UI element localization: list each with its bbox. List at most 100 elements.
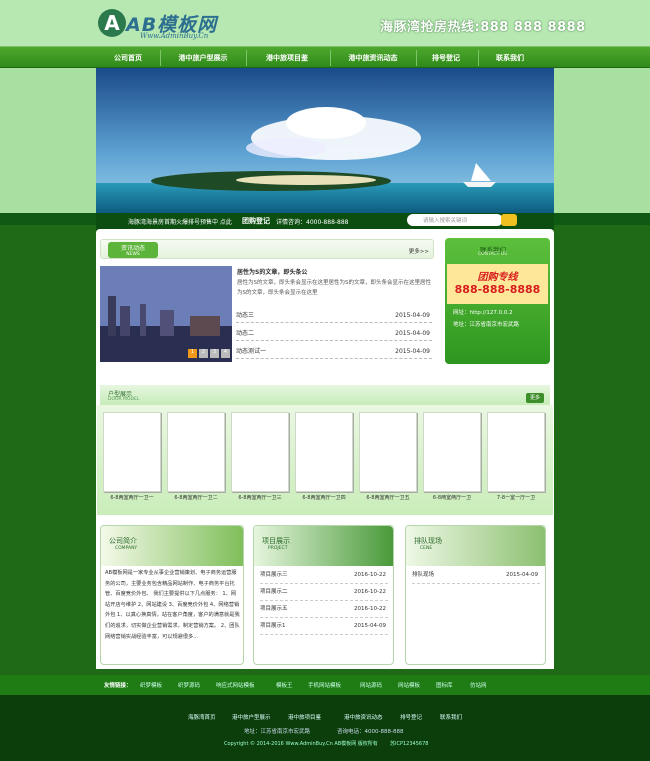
- nav-divider: [478, 50, 479, 66]
- floorplan-caption[interactable]: 7-8一室一厅一卫: [484, 494, 548, 501]
- friend-link[interactable]: 织梦模板: [140, 681, 162, 689]
- news-photo[interactable]: 1 2 3 4: [100, 266, 232, 362]
- footer-copyright: Copyright © 2014-2016 Www.AdminBuy.Cn AB…: [224, 741, 378, 747]
- models-header: 户型展示 DOOR MODEL 更多: [100, 385, 550, 405]
- scene-item-title: 排队现场: [412, 572, 435, 578]
- friend-links-bar: 友情链接： 织梦模板 织梦源码 响应式网站模板 模板王 手机网站模板 网站源码 …: [0, 675, 650, 695]
- floorplan-caption[interactable]: 6-8两室两厅一卫五: [356, 494, 420, 501]
- floorplan-image[interactable]: [167, 412, 225, 492]
- contact-panel: 联系我们 CONTACT US 团购专线 888-888-8888 网址：htt…: [445, 238, 550, 364]
- footer-phone: 咨询电话：4000-888-888: [337, 729, 404, 735]
- models-subtitle: DOOR MODEL: [108, 397, 140, 402]
- footer-link[interactable]: 港中旅资讯动态: [344, 713, 383, 721]
- project-item-title: 项目展示五: [260, 606, 288, 612]
- logo-icon[interactable]: A: [98, 9, 126, 37]
- news-item-date: 2015-04-09: [395, 330, 430, 337]
- news-item-title: 动态测试一: [236, 348, 267, 355]
- news-item-title: 动态三: [236, 312, 255, 319]
- list-item[interactable]: 项目展示五 2016-10-22: [260, 601, 388, 618]
- nav-news[interactable]: 港中旅资讯动态: [340, 47, 406, 69]
- list-item[interactable]: 项目展示二 2016-10-22: [260, 584, 388, 601]
- friend-link[interactable]: 织梦源码: [178, 681, 200, 689]
- floorplan-image[interactable]: [295, 412, 353, 492]
- news-intro: 居性为S的文章，即头条会显示在这里居性为S的文章，即头条会显示在这里居性为S的文…: [237, 280, 431, 296]
- footer-link[interactable]: 海豚湾首页: [188, 713, 216, 721]
- slide-page-4[interactable]: 4: [221, 349, 230, 358]
- friend-link[interactable]: 网站源码: [360, 681, 382, 689]
- floorplan-image[interactable]: [231, 412, 289, 492]
- news-item-date: 2015-04-09: [395, 348, 430, 355]
- project-item-date: 2016-10-22: [354, 572, 386, 578]
- nav-contact[interactable]: 联系我们: [490, 47, 530, 69]
- project-item-date: 2016-10-22: [354, 606, 386, 612]
- list-item[interactable]: 排队现场 2015-04-09: [412, 567, 540, 584]
- footer: [0, 695, 650, 761]
- projects-box: 项目展示 PROJECT 项目展示三 2016-10-22 项目展示二 2016-1…: [253, 525, 394, 665]
- announcement-text[interactable]: 海豚湾海景房首期火爆排号预售中 点此: [128, 217, 232, 226]
- footer-link[interactable]: 联系我们: [440, 713, 462, 721]
- search-button[interactable]: [501, 214, 517, 226]
- search-placeholder: 请输入搜索关键词: [423, 218, 468, 224]
- slide-page-1[interactable]: 1: [188, 349, 197, 358]
- nav-home[interactable]: 公司首页: [102, 47, 154, 69]
- news-header: 资讯动态 NEWS 更多>>: [100, 239, 434, 259]
- project-item-title: 项目展示1: [260, 623, 286, 629]
- footer-link[interactable]: 排号登记: [400, 713, 422, 721]
- friend-link[interactable]: 手机网站模板: [308, 681, 341, 689]
- nav-unit-types[interactable]: 港中旅户型展示: [170, 47, 236, 69]
- list-item[interactable]: 动态三 2015-04-09: [236, 309, 432, 323]
- nav-divider: [160, 50, 161, 66]
- contact-subtitle: CONTACT US: [478, 252, 507, 257]
- friend-link[interactable]: 图标库: [436, 681, 453, 689]
- floorplan-image[interactable]: [423, 412, 481, 492]
- slide-page-3[interactable]: 3: [210, 349, 219, 358]
- project-item-title: 项目展示三: [260, 572, 288, 578]
- friend-link[interactable]: 网站模板: [398, 681, 420, 689]
- scene-box: 排队现场 CENE 排队现场 2015-04-09: [405, 525, 546, 665]
- contact-hotline-box: 团购专线 888-888-8888: [447, 264, 548, 304]
- company-subtitle: COMPANY: [115, 546, 138, 551]
- list-item[interactable]: 动态二 2015-04-09: [236, 327, 432, 341]
- search-input[interactable]: 请输入搜索关键词: [407, 214, 503, 226]
- contact-address: 地址：江苏省南京市宏武路: [453, 322, 520, 328]
- floorplan-image[interactable]: [103, 412, 161, 492]
- news-tab: 资讯动态 NEWS: [108, 242, 158, 258]
- floorplan-caption[interactable]: 6-8两室两厅一卫三: [228, 494, 292, 501]
- floorplan-image[interactable]: [487, 412, 545, 492]
- friend-links-label: 友情链接：: [104, 683, 132, 689]
- news-more-link[interactable]: 更多>>: [409, 247, 429, 255]
- contact-phone: 888-888-8888: [454, 283, 541, 296]
- news-headline[interactable]: 居性为S的文章，即头条公: [237, 267, 433, 276]
- group-buy-link[interactable]: 团购登记: [242, 216, 270, 226]
- nav-projects[interactable]: 港中旅项目鉴: [256, 47, 318, 69]
- logo-url: Www.AdminBuy.Cn: [140, 32, 209, 40]
- floorplan-caption[interactable]: 6-8两室两厅一卫四: [292, 494, 356, 501]
- friend-link[interactable]: 模板王: [276, 681, 293, 689]
- project-item-title: 项目展示二: [260, 589, 288, 595]
- nav-divider: [246, 50, 247, 66]
- nav-divider: [416, 50, 417, 66]
- slide-page-2[interactable]: 2: [199, 349, 208, 358]
- news-item-date: 2015-04-09: [395, 312, 430, 319]
- friend-link[interactable]: 仿站网: [470, 681, 487, 689]
- footer-address: 地址：江苏省南京市宏武路: [244, 729, 311, 735]
- floorplan-caption[interactable]: 6-8两室两厅一卫二: [164, 494, 228, 501]
- company-title: 公司简介: [109, 537, 137, 545]
- nav-queue-register[interactable]: 排号登记: [428, 47, 464, 69]
- footer-icp[interactable]: 苏ICP12345678: [390, 740, 428, 747]
- footer-link[interactable]: 港中旅项目鉴: [288, 713, 321, 721]
- main-nav: 公司首页 港中旅户型展示 港中旅项目鉴 港中旅资讯动态 排号登记 联系我们: [0, 46, 650, 68]
- scene-item-date: 2015-04-09: [506, 572, 538, 578]
- list-item[interactable]: 动态测试一 2015-04-09: [236, 345, 432, 359]
- announcement-bar: 海豚湾海景房首期火爆排号预售中 点此 团购登记 详情咨询：4000-888-88…: [96, 213, 554, 230]
- list-item[interactable]: 项目展示三 2016-10-22: [260, 567, 388, 584]
- scene-subtitle: CENE: [420, 546, 433, 551]
- list-item[interactable]: 项目展示1 2015-04-09: [260, 618, 388, 635]
- floorplan-image[interactable]: [359, 412, 417, 492]
- news-subtitle: NEWS: [126, 252, 140, 257]
- footer-link[interactable]: 港中旅户型展示: [232, 713, 271, 721]
- floorplan-caption[interactable]: 6-8两室两厅一卫一: [100, 494, 164, 501]
- friend-link[interactable]: 响应式网站模板: [216, 681, 255, 689]
- models-more-button[interactable]: 更多: [526, 393, 544, 403]
- floorplan-caption[interactable]: 6-8两室两厅一卫: [420, 494, 484, 501]
